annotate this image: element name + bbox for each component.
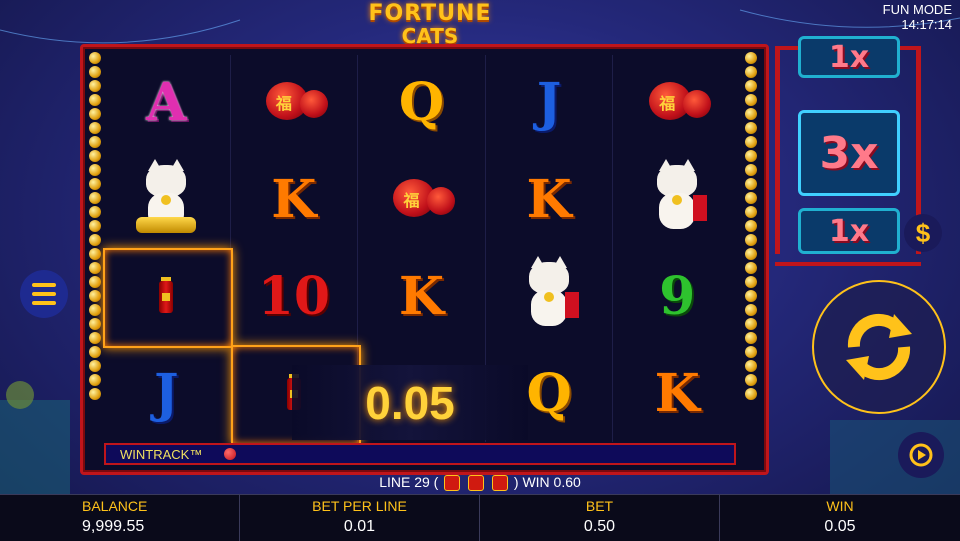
logo-line-2: CATS [401,24,459,48]
balance-label: BALANCE [82,498,148,514]
bet-label: BET [585,498,614,514]
cat-coin-icon [468,475,485,492]
line-win: WIN 0.60 [522,474,581,490]
symbol-j: J [153,362,179,424]
symbol-k: K [398,265,445,327]
symbol-q: Q [526,362,572,424]
symbol-10: 10 [257,265,331,327]
reel-cell: 福 [613,55,741,152]
bet-per-line-panel[interactable]: BET PER LINE 0.01 [240,495,480,541]
logo-line-1: FORTUNE [368,1,492,26]
win-panel: WIN 0.05 [720,495,960,541]
win-value: 0.05 [824,518,856,535]
lucky-cat-icon [647,159,708,235]
wintrack-label: WINTRACK™ [120,446,203,462]
game-logo: FORTUNE CATS [360,2,500,48]
dollar-icon: $ [915,217,931,248]
balance-panel: BALANCE 9,999.55 [0,495,240,541]
reel-cell: K [358,248,486,346]
coin-border-left [88,50,102,442]
multiplier-reel: 1x 3x 1x [775,36,921,266]
multiplier-active: 3x [798,110,900,196]
lucky-cat-icon [519,255,580,332]
reel-cell [613,152,741,249]
cat-coin-icon [444,475,461,492]
bet-per-line-value: 0.01 [343,518,376,535]
wintrack-marker [224,448,237,460]
reel-cell [486,248,614,346]
bet-panel[interactable]: BET 0.50 [480,495,720,541]
win-line-info: LINE 29 ( ) WIN 0.60 [0,471,960,493]
win-highlight-cell [103,248,233,348]
multiplier-top: 1x [798,36,900,78]
bet-per-line-label: BET PER LINE [312,498,407,514]
symbol-q: Q [398,72,445,134]
bet-value: 0.50 [583,518,616,535]
reel-cell [103,151,231,249]
lucky-cat-gold-icon [136,159,197,235]
reel-cell: J [103,345,231,442]
symbol-j: J [536,72,562,134]
bet-settings-button[interactable]: $ [904,214,942,252]
symbol-k: K [654,362,700,424]
menu-icon [32,283,56,287]
spin-arrows-icon [846,313,912,381]
lantern-icon: 福 [393,175,456,225]
menu-button[interactable] [20,270,68,318]
symbol-9: 9 [659,265,696,327]
multiplier-bottom: 1x [798,208,900,254]
reel-cell: K [231,151,359,249]
clock: 14:17:14 [901,17,952,32]
reel-cell: K [613,345,741,442]
cat-coin-icon [492,475,508,492]
symbol-a: A [146,72,187,134]
lantern-icon: 福 [649,78,712,128]
reel-cell: 9 [613,249,741,346]
spin-button[interactable] [812,280,946,414]
coin-border-right [744,50,758,442]
reel-cell: K [486,151,614,249]
win-label: WIN [826,498,854,514]
wintrack-bar: WINTRACK™ [104,443,736,465]
reel-cell: J [486,55,614,152]
win-amount-popup: 0.05 [292,365,528,440]
reel-cell: 10 [231,248,359,346]
symbol-k: K [526,169,572,231]
reel-cell: 福 [358,151,486,249]
symbol-k: K [271,169,317,231]
line-close: ) [513,474,519,490]
reel-cell: Q [358,55,486,152]
autoplay-icon [909,443,933,467]
line-number: LINE 29 ( [379,474,439,490]
fun-mode-label: FUN MODE [882,2,952,17]
lantern-icon: 福 [265,78,328,128]
reel-cell: 福 [231,55,359,152]
reel-cell: A [103,55,231,152]
balance-value: 9,999.55 [82,518,145,535]
bottom-status-bar: BALANCE 9,999.55 BET PER LINE 0.01 BET 0… [0,494,960,541]
mode-indicator: FUN MODE 14:17:14 [883,2,952,32]
